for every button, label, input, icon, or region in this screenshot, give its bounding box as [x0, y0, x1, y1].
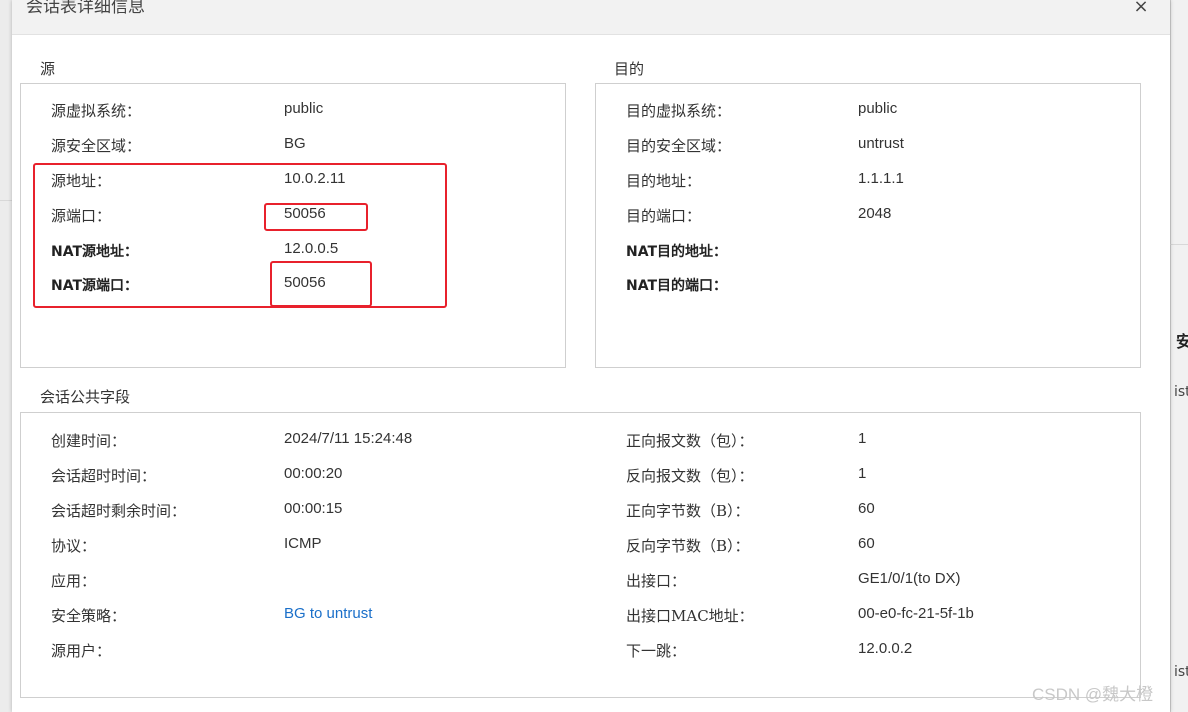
background-right-text: ist: [1174, 384, 1188, 400]
reverse-packets-value: 1: [858, 465, 867, 482]
source-section-title: 源: [40, 60, 56, 78]
session-detail-dialog: 会话表详细信息 × 源 源虚拟系统： public 源安全区域： BG 源地址：…: [12, 0, 1170, 712]
source-virtual-system-value: public: [284, 100, 324, 117]
session-remaining-label: 会话超时剩余时间：: [51, 502, 187, 520]
common-section-title: 会话公共字段: [40, 388, 131, 406]
security-policy-link[interactable]: BG to untrust: [284, 605, 372, 622]
dialog-title: 会话表详细信息: [26, 0, 145, 17]
reverse-packets-label: 反向报文数（包）：: [626, 467, 754, 485]
session-timeout-label: 会话超时时间：: [51, 467, 157, 485]
highlight-box-source-port: [264, 203, 368, 231]
forward-packets-value: 1: [858, 430, 867, 447]
background-right-label: 安: [1176, 332, 1188, 351]
background-divider: [0, 200, 12, 201]
application-label: 应用：: [51, 572, 97, 590]
source-virtual-system-label: 源虚拟系统：: [51, 102, 142, 120]
highlight-box-nat-source-port: [270, 261, 372, 307]
protocol-value: ICMP: [284, 535, 322, 552]
protocol-label: 协议：: [51, 537, 97, 555]
reverse-bytes-label: 反向字节数（B）：: [626, 537, 750, 555]
next-hop-value: 12.0.0.2: [858, 640, 913, 657]
outbound-interface-value: GE1/0/1(to DX): [858, 570, 961, 587]
security-policy-label: 安全策略：: [51, 607, 127, 625]
session-remaining-value: 00:00:15: [284, 500, 343, 517]
destination-panel: 目的虚拟系统： public 目的安全区域： untrust 目的地址： 1.1…: [595, 83, 1141, 368]
forward-bytes-label: 正向字节数（B）：: [626, 502, 750, 520]
next-hop-label: 下一跳：: [626, 642, 687, 660]
close-icon[interactable]: ×: [1130, 0, 1152, 18]
source-user-label: 源用户：: [51, 642, 112, 660]
destination-section-title: 目的: [614, 60, 645, 78]
destination-zone-value: untrust: [858, 135, 904, 152]
forward-bytes-value: 60: [858, 500, 875, 517]
destination-port-value: 2048: [858, 205, 892, 222]
nat-destination-address-label: NAT目的地址：: [626, 244, 728, 260]
destination-virtual-system-label: 目的虚拟系统：: [626, 102, 732, 120]
nat-destination-port-label: NAT目的端口：: [626, 278, 728, 294]
background-right-text: ist: [1174, 664, 1188, 680]
destination-zone-label: 目的安全区域：: [626, 137, 732, 155]
destination-port-label: 目的端口：: [626, 207, 702, 225]
source-zone-label: 源安全区域：: [51, 137, 142, 155]
common-panel: 创建时间： 2024/7/11 15:24:48 会话超时时间： 00:00:2…: [20, 412, 1141, 698]
destination-address-label: 目的地址：: [626, 172, 702, 190]
destination-address-value: 1.1.1.1: [858, 170, 904, 187]
source-zone-value: BG: [284, 135, 306, 152]
background-right-strip: [1170, 0, 1188, 712]
forward-packets-label: 正向报文数（包）：: [626, 432, 754, 450]
dialog-title-bar: 会话表详细信息 ×: [12, 0, 1170, 35]
session-timeout-value: 00:00:20: [284, 465, 343, 482]
outbound-mac-value: 00-e0-fc-21-5f-1b: [858, 605, 974, 622]
outbound-interface-label: 出接口：: [626, 572, 687, 590]
highlight-box-source-group: [33, 163, 447, 308]
watermark: CSDN @魏大橙: [1032, 685, 1154, 704]
destination-virtual-system-value: public: [858, 100, 898, 117]
outbound-mac-label: 出接口MAC地址：: [626, 607, 754, 625]
create-time-label: 创建时间：: [51, 432, 127, 450]
reverse-bytes-value: 60: [858, 535, 875, 552]
background-divider: [1170, 244, 1188, 245]
create-time-value: 2024/7/11 15:24:48: [284, 430, 413, 447]
